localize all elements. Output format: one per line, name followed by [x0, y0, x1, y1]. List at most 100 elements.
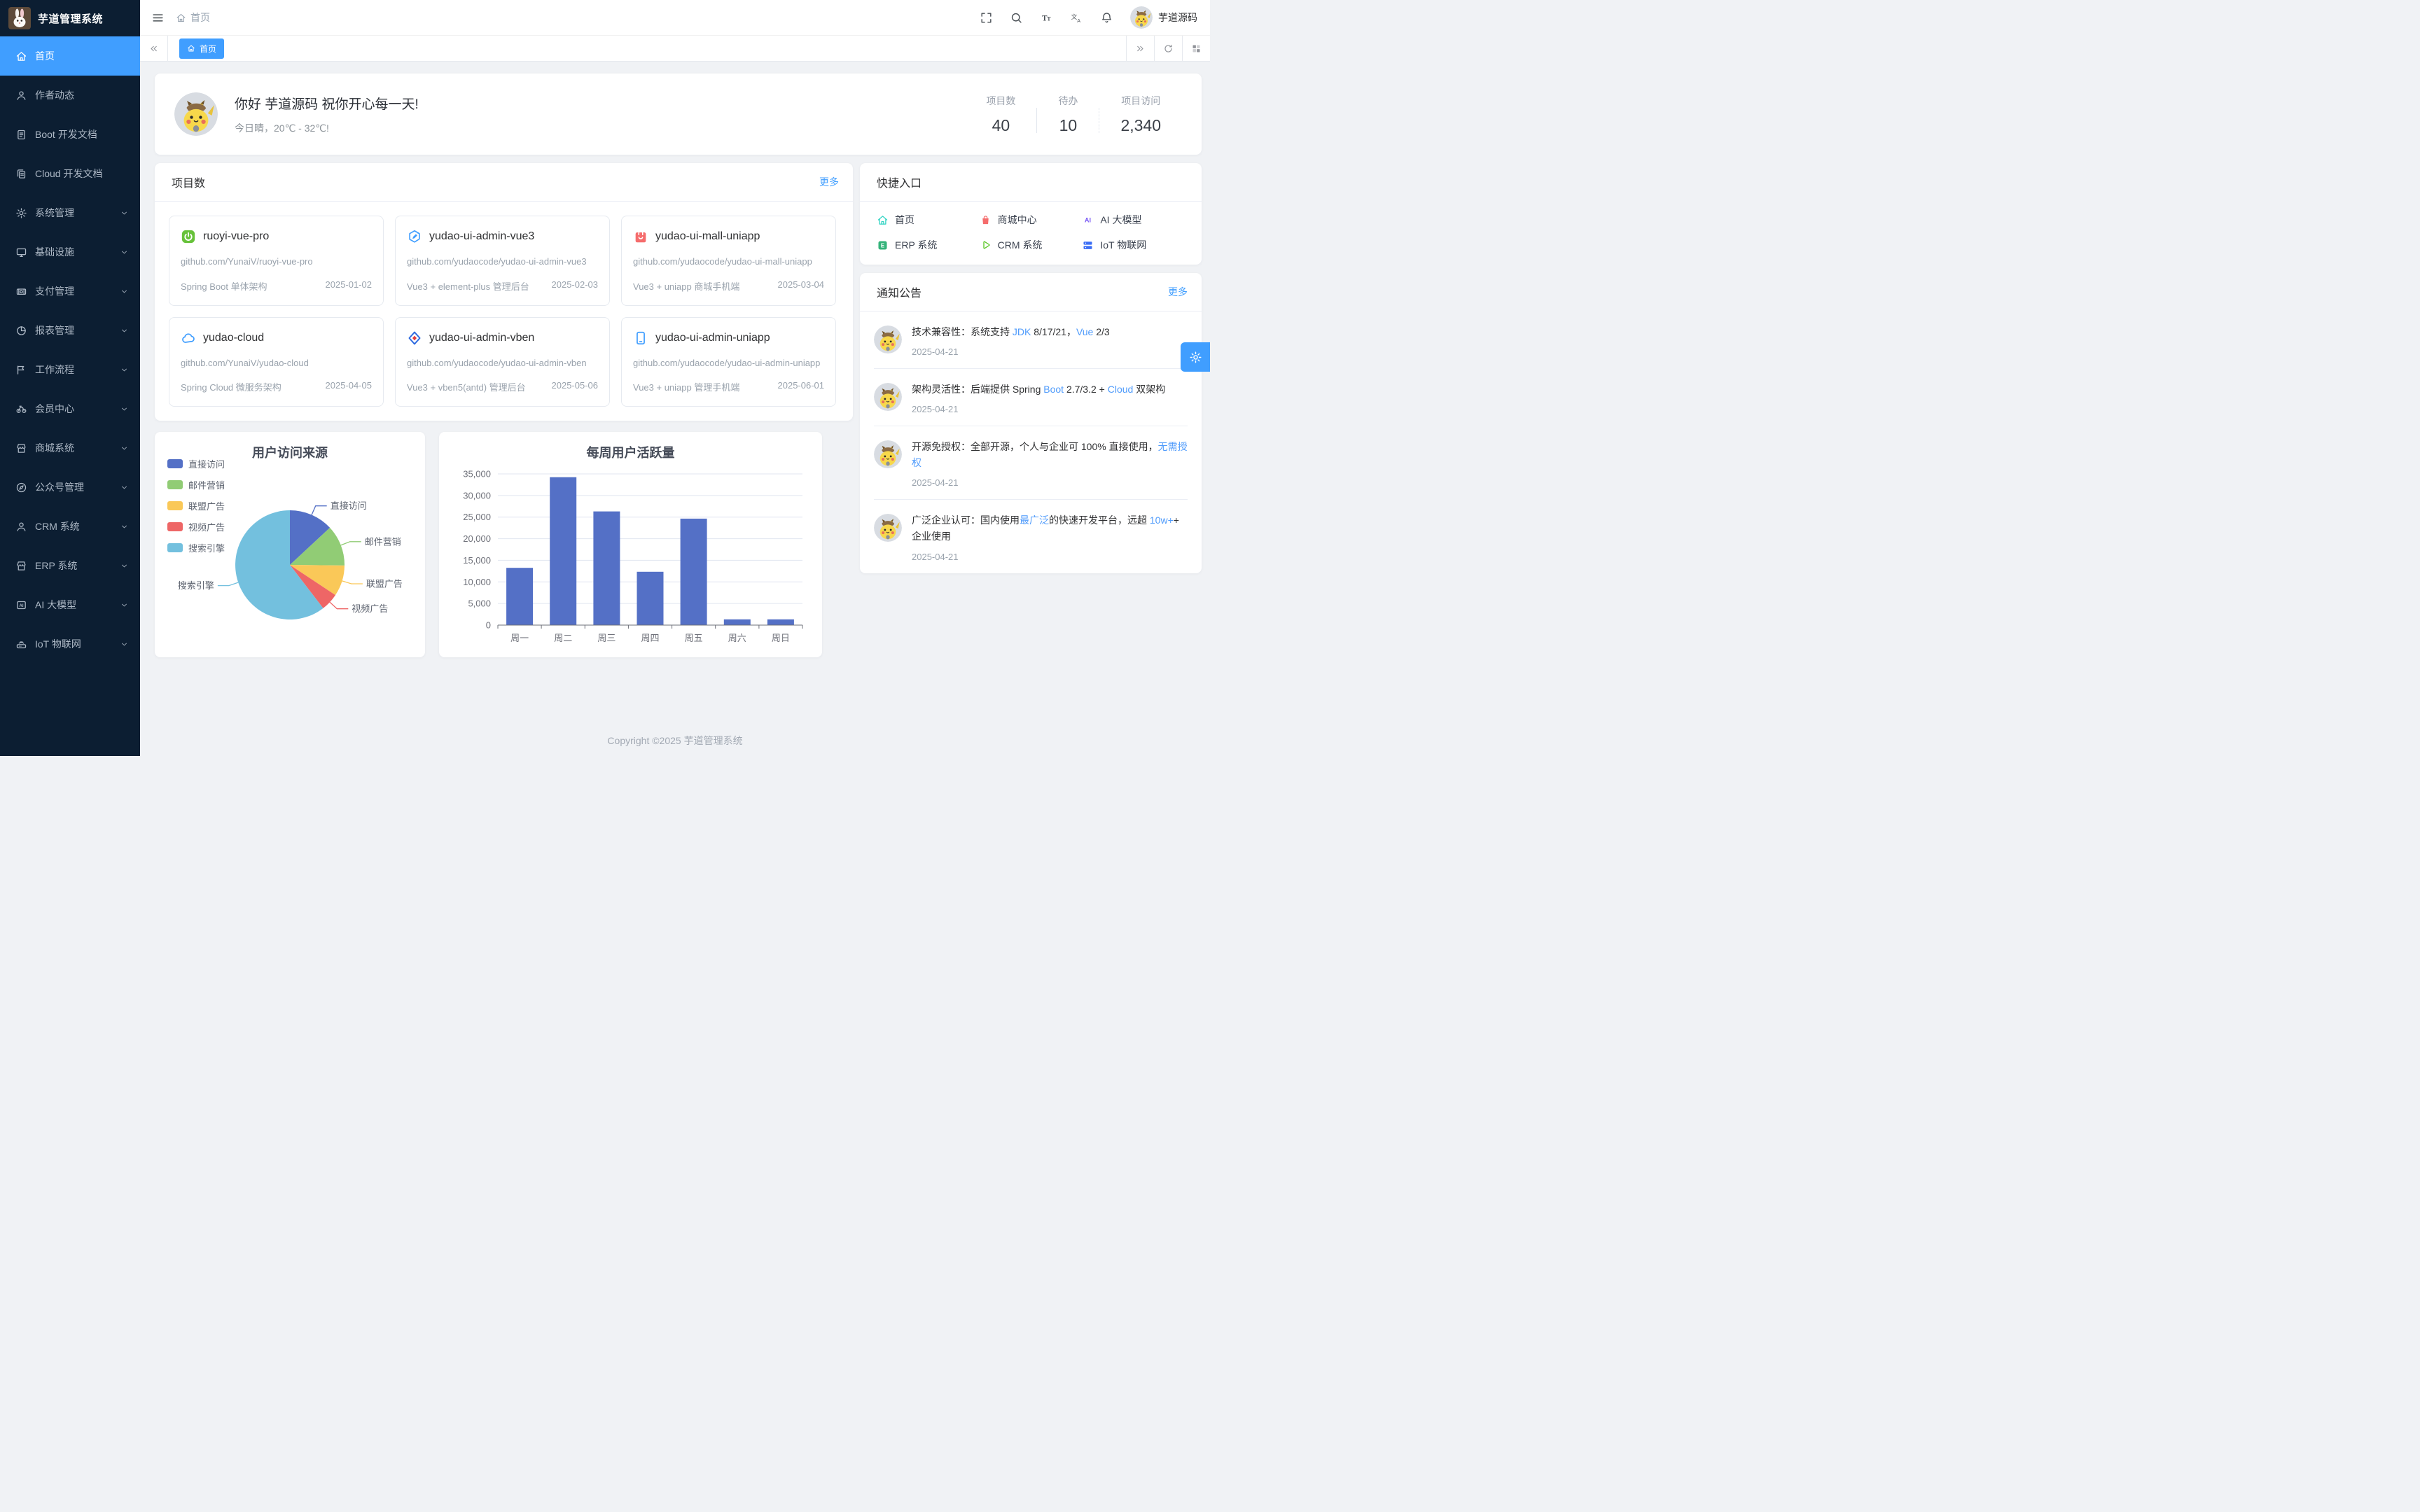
chevron-down-icon: [120, 483, 129, 492]
project-logo-icon: [633, 330, 648, 346]
language-icon[interactable]: 文A: [1070, 11, 1083, 24]
sidebar-item-11[interactable]: 公众号管理: [0, 468, 140, 507]
search-icon[interactable]: [1010, 11, 1023, 24]
sidebar-item-14[interactable]: AIAI 大模型: [0, 585, 140, 624]
right-column: 快捷入口 首页商城中心AIAI 大模型EERP 系统CRM 系统IoT 物联网 …: [860, 163, 1202, 573]
notice-item-3[interactable]: 广泛企业认可：国内使用最广泛的快速开发平台，远超 10w++ 企业使用 2025-…: [874, 500, 1188, 573]
legend-item-搜索引擎[interactable]: 搜索引擎: [167, 541, 225, 554]
notice-avatar: [874, 326, 902, 354]
notice-item-0[interactable]: 技术兼容性：系统支持 JDK 8/17/21，Vue 2/32025-04-21: [874, 312, 1188, 369]
notice-date: 2025-04-21: [912, 552, 1188, 562]
stat-label: 项目访问: [1120, 94, 1161, 108]
svg-text:AI: AI: [19, 604, 23, 608]
collapse-sidebar-icon[interactable]: [151, 11, 165, 24]
breadcrumb[interactable]: 首页: [176, 10, 210, 24]
project-card-yudao-ui-mall-uniapp[interactable]: yudao-ui-mall-uniappgithub.com/yudaocode…: [621, 216, 836, 306]
legend-item-直接访问[interactable]: 直接访问: [167, 457, 225, 470]
fullscreen-icon[interactable]: [980, 11, 993, 24]
shop-icon: [15, 560, 27, 572]
breadcrumb-label: 首页: [190, 10, 210, 24]
project-desc: Spring Cloud 微服务架构: [181, 380, 281, 393]
tags-view-bar: 首页: [140, 35, 1210, 62]
legend-label: 搜索引擎: [188, 541, 225, 554]
legend-item-邮件营销[interactable]: 邮件营销: [167, 478, 225, 491]
sidebar-item-1[interactable]: 作者动态: [0, 76, 140, 115]
tabs-scroll-right-icon[interactable]: [1126, 36, 1154, 61]
app-logo[interactable]: 芋道管理系统: [0, 0, 140, 36]
shortcut-CRM 系统[interactable]: CRM 系统: [980, 238, 1083, 252]
shortcut-IoT 物联网[interactable]: IoT 物联网: [1082, 238, 1185, 252]
font-size-icon[interactable]: TT: [1040, 11, 1053, 24]
sidebar-item-label: Boot 开发文档: [35, 127, 97, 141]
projects-title: 项目数: [172, 174, 205, 190]
tabs-layout-icon[interactable]: [1182, 36, 1210, 61]
sidebar-item-5[interactable]: 基础设施: [0, 232, 140, 272]
svg-text:周四: 周四: [641, 633, 659, 643]
project-date: 2025-04-05: [326, 380, 373, 393]
tabs-refresh-icon[interactable]: [1154, 36, 1182, 61]
bell-icon[interactable]: [1100, 11, 1113, 24]
projects-more-link[interactable]: 更多: [819, 175, 839, 189]
svg-text:A: A: [1077, 18, 1080, 23]
project-url: github.com/yudaocode/yudao-ui-mall-uniap…: [633, 255, 824, 269]
tabs-scroll-left-icon[interactable]: [140, 36, 168, 61]
sidebar-item-0[interactable]: 首页: [0, 36, 140, 76]
shortcut-label: 首页: [895, 213, 915, 227]
shortcut-商城中心[interactable]: 商城中心: [980, 213, 1083, 227]
sidebar-item-3[interactable]: Cloud 开发文档: [0, 154, 140, 193]
project-url: github.com/yudaocode/yudao-ui-admin-vue3: [407, 255, 598, 269]
project-desc: Spring Boot 单体架构: [181, 279, 267, 293]
project-date: 2025-03-04: [778, 279, 825, 293]
shortcut-ERP 系统[interactable]: EERP 系统: [877, 238, 980, 252]
legend-label: 视频广告: [188, 520, 225, 533]
chevron-down-icon: [120, 209, 129, 218]
sidebar-item-8[interactable]: 工作流程: [0, 350, 140, 389]
shortcut-首页[interactable]: 首页: [877, 213, 980, 227]
theme-settings-button[interactable]: [1181, 342, 1210, 372]
legend-label: 联盟广告: [188, 499, 225, 512]
shortcut-AI 大模型[interactable]: AIAI 大模型: [1082, 213, 1185, 227]
sidebar-item-2[interactable]: Boot 开发文档: [0, 115, 140, 154]
sidebar-item-9[interactable]: 会员中心: [0, 389, 140, 428]
sidebar-item-label: Cloud 开发文档: [35, 167, 102, 181]
project-card-ruoyi-vue-pro[interactable]: ruoyi-vue-progithub.com/YunaiV/ruoyi-vue…: [169, 216, 384, 306]
legend-item-视频广告[interactable]: 视频广告: [167, 520, 225, 533]
ai-icon: AI: [15, 599, 27, 611]
project-card-yudao-ui-admin-vue3[interactable]: yudao-ui-admin-vue3github.com/yudaocode/…: [395, 216, 610, 306]
legend-swatch: [167, 459, 183, 468]
sidebar-item-15[interactable]: IoT 物联网: [0, 624, 140, 664]
legend-item-联盟广告[interactable]: 联盟广告: [167, 499, 225, 512]
user-menu[interactable]: 芋道源码: [1130, 6, 1197, 29]
stat-visits: 项目访问 2,340: [1099, 94, 1182, 135]
svg-text:联盟广告: 联盟广告: [366, 579, 403, 589]
project-card-yudao-cloud[interactable]: yudao-cloudgithub.com/YunaiV/yudao-cloud…: [169, 317, 384, 407]
sidebar-item-7[interactable]: 报表管理: [0, 311, 140, 350]
compass-icon: [15, 482, 27, 493]
docs-icon: [15, 168, 27, 180]
sidebar-item-label: 会员中心: [35, 402, 74, 416]
project-logo-icon: [407, 229, 422, 244]
sidebar-item-13[interactable]: ERP 系统: [0, 546, 140, 585]
tab-home[interactable]: 首页: [179, 38, 224, 59]
notice-title: 广泛企业认可：国内使用最广泛的快速开发平台，远超 10w++ 企业使用: [912, 512, 1188, 545]
stat-todos: 待办 10: [1037, 94, 1099, 135]
project-logo-icon: [181, 229, 196, 244]
svg-text:35,000: 35,000: [463, 469, 491, 479]
sidebar-item-12[interactable]: CRM 系统: [0, 507, 140, 546]
svg-text:25,000: 25,000: [463, 512, 491, 522]
sidebar-item-4[interactable]: 系统管理: [0, 193, 140, 232]
notice-item-1[interactable]: 架构灵活性：后端提供 Spring Boot 2.7/3.2 + Cloud 双…: [874, 369, 1188, 426]
chevron-down-icon: [120, 287, 129, 296]
svg-text:周五: 周五: [685, 633, 703, 643]
svg-text:邮件营销: 邮件营销: [365, 536, 401, 547]
project-card-yudao-ui-admin-uniapp[interactable]: yudao-ui-admin-uniappgithub.com/yudaocod…: [621, 317, 836, 407]
legend-swatch: [167, 501, 183, 510]
pie-icon: [15, 325, 27, 337]
svg-text:搜索引擎: 搜索引擎: [178, 580, 214, 591]
sidebar-item-10[interactable]: 商城系统: [0, 428, 140, 468]
notice-item-2[interactable]: 开源免授权：全部开源，个人与企业可 100% 直接使用，无需授权2025-04-…: [874, 426, 1188, 500]
project-card-yudao-ui-admin-vben[interactable]: yudao-ui-admin-vbengithub.com/yudaocode/…: [395, 317, 610, 407]
notices-more-link[interactable]: 更多: [1168, 285, 1188, 299]
sidebar-item-6[interactable]: 支付管理: [0, 272, 140, 311]
home-outline-icon: [877, 214, 889, 226]
